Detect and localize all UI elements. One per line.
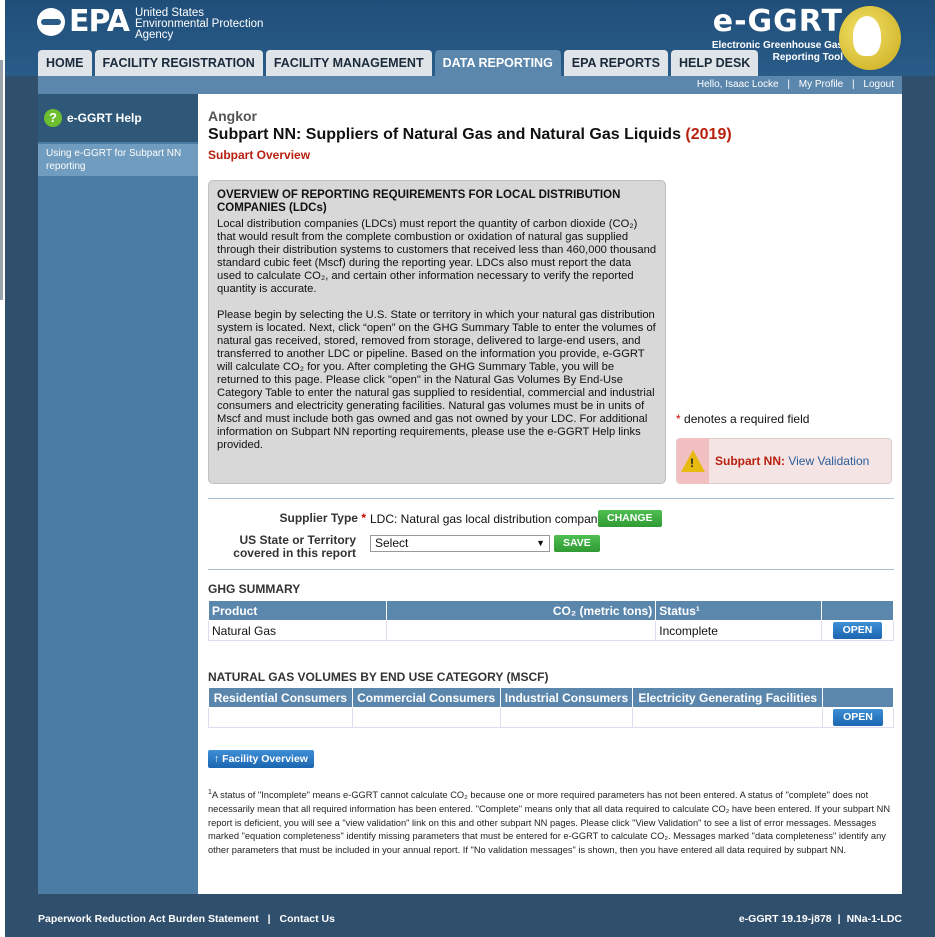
epa-globe-icon	[37, 8, 65, 36]
status-cell: Incomplete	[655, 620, 823, 641]
required-field-note: * denotes a required field	[676, 412, 809, 426]
tab-data-reporting[interactable]: DATA REPORTING	[434, 50, 561, 76]
col-action	[821, 600, 894, 621]
agency-name: United States Environmental Protection A…	[134, 7, 263, 41]
overview-box: OVERVIEW OF REPORTING REQUIREMENTS FOR L…	[208, 180, 666, 484]
col-electricity: Electricity Generating Facilities	[632, 687, 824, 708]
question-icon: ?	[44, 109, 62, 127]
page-footer: Paperwork Reduction Act Burden Statement…	[38, 910, 902, 928]
required-star: *	[676, 412, 681, 426]
egret-bird-icon	[839, 6, 901, 70]
save-button[interactable]: SAVE	[554, 535, 600, 552]
electricity-cell	[632, 707, 824, 728]
version-text: e-GGRT 19.19-j878	[738, 913, 832, 925]
volumes-table: Residential Consumers Commercial Consume…	[208, 687, 894, 728]
industrial-cell	[499, 707, 634, 728]
product-cell: Natural Gas	[208, 620, 387, 641]
volumes-title: NATURAL GAS VOLUMES BY END USE CATEGORY …	[208, 670, 549, 684]
tab-epa-reports[interactable]: EPA REPORTS	[563, 50, 669, 76]
separator: |	[837, 913, 841, 925]
supplier-type-label-text: Supplier Type	[279, 511, 358, 525]
col-action	[822, 687, 894, 708]
help-link-subpart-nn[interactable]: Using e-GGRT for Subpart NN reporting	[38, 144, 198, 176]
table-row: OPEN	[208, 707, 894, 728]
page-subtitle: Subpart Overview	[208, 148, 311, 162]
warning-icon: !	[681, 450, 705, 472]
epa-logo-text: EPA	[69, 4, 130, 39]
state-select-value: Select	[375, 536, 409, 550]
facility-name: Angkor	[208, 108, 257, 124]
dropdown-arrow-icon: ▼	[536, 538, 545, 548]
open-ghg-button[interactable]: OPEN	[832, 622, 883, 639]
tab-facility-management[interactable]: FACILITY MANAGEMENT	[265, 50, 432, 76]
open-volumes-button[interactable]: OPEN	[833, 709, 883, 726]
main-content: Angkor Subpart NN: Suppliers of Natural …	[198, 94, 902, 894]
action-cell: OPEN	[822, 707, 894, 728]
separator: |	[852, 79, 855, 90]
change-button[interactable]: CHANGE	[598, 510, 662, 527]
supplier-type-value: LDC: Natural gas local distribution comp…	[370, 512, 604, 526]
user-greeting: Hello, Isaac Locke	[696, 79, 779, 90]
required-note-text: denotes a required field	[684, 412, 810, 426]
help-sidebar: ? e-GGRT Help Using e-GGRT for Subpart N…	[38, 94, 198, 894]
eggrt-logo-text: e-GGRT	[712, 4, 843, 39]
warning-area: !	[677, 438, 709, 484]
required-star: *	[361, 511, 366, 525]
tab-facility-registration[interactable]: FACILITY REGISTRATION	[94, 50, 263, 76]
col-status: Status¹	[655, 600, 823, 621]
state-label: US State or Territory covered in this rep…	[208, 534, 356, 560]
view-validation-link[interactable]: View Validation	[788, 454, 869, 468]
facility-overview-button[interactable]: ↑ Facility Overview	[208, 750, 314, 768]
separator: |	[787, 79, 790, 90]
footnote: 1A status of "Incomplete" means e-GGRT c…	[208, 786, 894, 858]
col-residential: Residential Consumers	[208, 687, 353, 708]
validation-box: ! Subpart NN: View Validation	[676, 438, 892, 484]
page-title-text: Subpart NN: Suppliers of Natural Gas and…	[208, 126, 681, 143]
overview-heading: OVERVIEW OF REPORTING REQUIREMENTS FOR L…	[217, 189, 621, 214]
residential-cell	[208, 707, 353, 728]
page-title: Subpart NN: Suppliers of Natural Gas and…	[208, 126, 732, 144]
state-label-line-2: covered in this report	[233, 546, 356, 560]
separator: |	[267, 913, 271, 925]
reporting-year: (2019)	[685, 126, 732, 143]
overview-paragraph-2: Please begin by selecting the U.S. State…	[217, 309, 656, 451]
left-edge	[0, 0, 5, 937]
tab-home[interactable]: HOME	[38, 50, 92, 76]
tab-help-desk[interactable]: HELP DESK	[671, 50, 759, 76]
supplier-type-label: Supplier Type *	[258, 511, 366, 525]
col-product: Product	[208, 600, 387, 621]
state-select[interactable]: Select ▼	[370, 535, 550, 552]
overview-paragraph-1: Local distribution companies (LDCs) must…	[217, 218, 657, 295]
footnote-text: A status of "Incomplete" means e-GGRT ca…	[208, 790, 891, 855]
validation-text: Subpart NN: View Validation	[715, 454, 869, 468]
divider	[208, 498, 894, 499]
main-nav: HOME FACILITY REGISTRATION FACILITY MANA…	[38, 50, 761, 76]
agency-line-3: Agency	[134, 29, 174, 41]
col-industrial: Industrial Consumers	[499, 687, 634, 708]
contact-us-link[interactable]: Contact Us	[280, 913, 335, 925]
ghg-summary-title: GHG SUMMARY	[208, 582, 301, 596]
col-co2: CO₂ (metric tons)	[385, 600, 657, 621]
col-commercial: Commercial Consumers	[351, 687, 501, 708]
commercial-cell	[351, 707, 501, 728]
epa-logo[interactable]: EPA United States Environmental Protecti…	[37, 6, 263, 41]
paperwork-link[interactable]: Paperwork Reduction Act Burden Statement	[38, 913, 259, 925]
scroll-track	[0, 60, 3, 300]
co2-cell	[385, 620, 657, 641]
table-row: Natural Gas Incomplete OPEN	[208, 620, 894, 641]
validation-label: Subpart NN:	[715, 454, 785, 468]
logout-link[interactable]: Logout	[863, 79, 894, 90]
divider	[208, 569, 894, 570]
page-code: NNa-1-LDC	[846, 913, 902, 925]
action-cell: OPEN	[821, 620, 894, 641]
user-bar: Hello, Isaac Locke | My Profile | Logout	[38, 76, 902, 94]
version-info: e-GGRT 19.19-j878 | NNa-1-LDC	[739, 910, 902, 928]
help-title: e-GGRT Help	[67, 111, 142, 125]
help-header: ? e-GGRT Help	[38, 94, 198, 142]
my-profile-link[interactable]: My Profile	[799, 79, 843, 90]
ghg-summary-table: Product CO₂ (metric tons) Status¹ Natura…	[208, 600, 894, 641]
